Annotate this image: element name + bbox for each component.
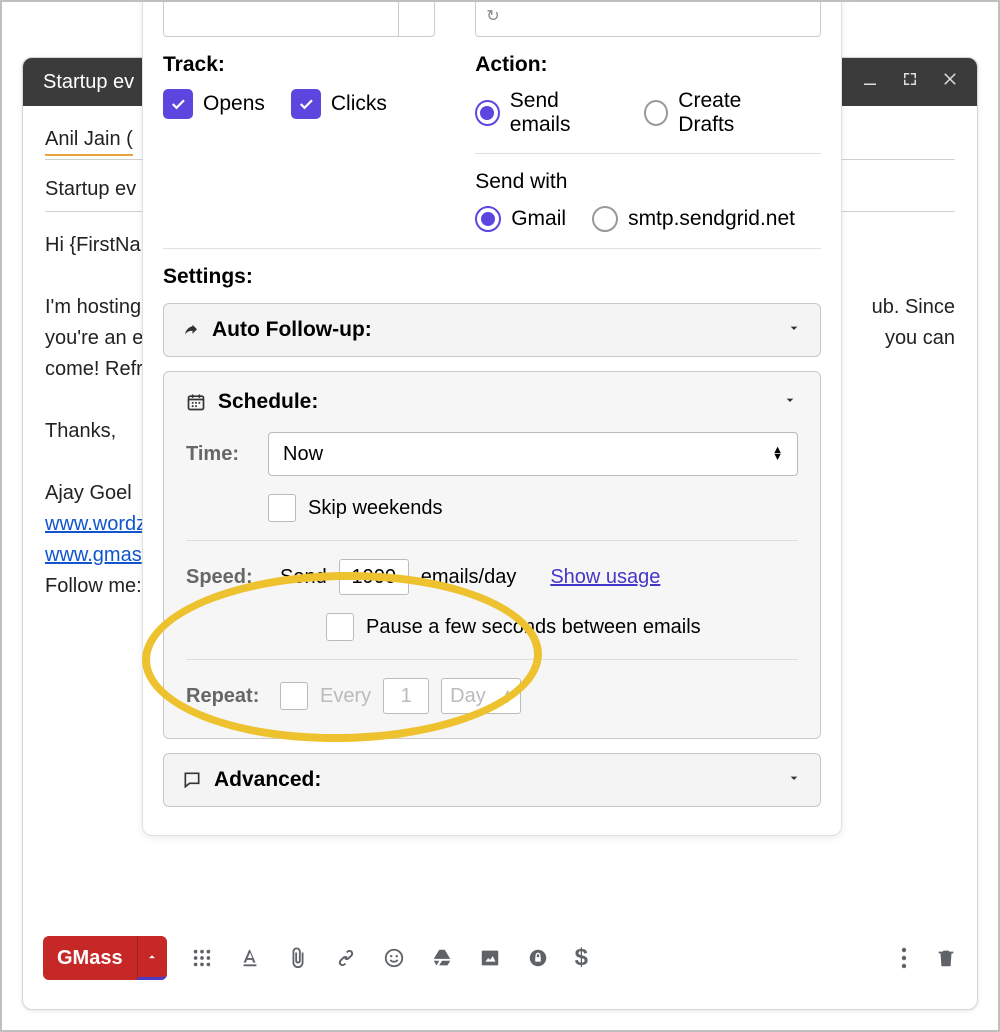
repeat-label: Repeat: — [186, 685, 268, 708]
calendar-icon — [186, 392, 206, 412]
gmass-settings-panel: Track: Opens Clicks ↻ Action: Send email… — [142, 0, 842, 836]
expand-icon[interactable] — [901, 70, 919, 94]
chevron-down-icon[interactable] — [786, 318, 802, 342]
schedule-card: Schedule: Time: Now ▲▼ Skip weekends Spe… — [163, 371, 821, 739]
window-controls — [861, 70, 959, 94]
gmass-label: GMass — [43, 947, 137, 970]
compose-toolbar: GMass $ — [43, 933, 957, 983]
attach-icon[interactable] — [287, 947, 309, 969]
smtp-radio[interactable] — [592, 206, 618, 232]
gmail-radio[interactable] — [475, 206, 501, 232]
sendwith-label: Send with — [475, 170, 821, 194]
more-icon[interactable] — [901, 947, 907, 969]
repeat-checkbox[interactable] — [280, 682, 308, 710]
track-row: Opens Clicks — [163, 89, 435, 119]
chat-icon — [182, 770, 202, 790]
repeat-unit-select[interactable]: Day▲▼ — [441, 678, 521, 714]
pause-checkbox[interactable] — [326, 613, 354, 641]
confidential-icon[interactable] — [527, 947, 549, 969]
action-row: Send emails Create Drafts — [475, 89, 821, 137]
speed-row: Speed: Send 1900 emails/day Show usage — [186, 559, 798, 595]
select-arrows-icon: ▲▼ — [772, 447, 783, 461]
advanced-card[interactable]: Advanced: — [163, 753, 821, 807]
compose-title: Startup ev — [43, 71, 134, 94]
speed-label: Speed: — [186, 566, 268, 589]
show-usage-link[interactable]: Show usage — [550, 566, 660, 589]
repeat-count-input[interactable]: 1 — [383, 678, 429, 714]
clicks-checkbox[interactable] — [291, 89, 321, 119]
trash-icon[interactable] — [935, 947, 957, 969]
image-icon[interactable] — [479, 947, 501, 969]
grid-icon[interactable] — [191, 947, 213, 969]
speed-input[interactable]: 1900 — [339, 559, 409, 595]
settings-label: Settings: — [163, 265, 821, 289]
emoji-icon[interactable] — [383, 947, 405, 969]
close-icon[interactable] — [941, 70, 959, 94]
money-icon[interactable]: $ — [575, 944, 588, 972]
drive-icon[interactable] — [431, 947, 453, 969]
chevron-down-icon[interactable] — [782, 390, 798, 414]
time-label: Time: — [186, 443, 268, 466]
share-icon — [182, 321, 200, 339]
repeat-row: Repeat: Every 1 Day▲▼ — [186, 678, 798, 714]
skip-weekends-row: Skip weekends — [268, 494, 798, 522]
track-label: Track: — [163, 53, 435, 77]
send-emails-radio[interactable] — [475, 100, 500, 126]
recipient-chip[interactable]: Anil Jain ( — [45, 124, 133, 156]
link-icon[interactable] — [335, 947, 357, 969]
font-format-icon[interactable] — [239, 947, 261, 969]
signature-link[interactable]: www.gmas — [45, 544, 142, 566]
format-toolbar: $ — [191, 944, 588, 972]
create-drafts-radio[interactable] — [644, 100, 669, 126]
signature-link[interactable]: www.wordz — [45, 513, 146, 535]
gmass-dropdown-icon[interactable] — [137, 936, 167, 980]
sendwith-row: Gmail smtp.sendgrid.net — [475, 206, 821, 232]
minimize-icon[interactable] — [861, 70, 879, 94]
skip-weekends-checkbox[interactable] — [268, 494, 296, 522]
time-row: Time: Now ▲▼ — [186, 432, 798, 476]
toolbar-right — [901, 947, 957, 969]
subject-text: Startup ev — [45, 174, 136, 204]
pause-row: Pause a few seconds between emails — [326, 613, 798, 641]
opens-checkbox[interactable] — [163, 89, 193, 119]
chevron-down-icon[interactable] — [786, 768, 802, 792]
auto-followup-card[interactable]: Auto Follow-up: — [163, 303, 821, 357]
gmass-button[interactable]: GMass — [43, 936, 167, 980]
time-select[interactable]: Now ▲▼ — [268, 432, 798, 476]
action-label: Action: — [475, 53, 821, 77]
